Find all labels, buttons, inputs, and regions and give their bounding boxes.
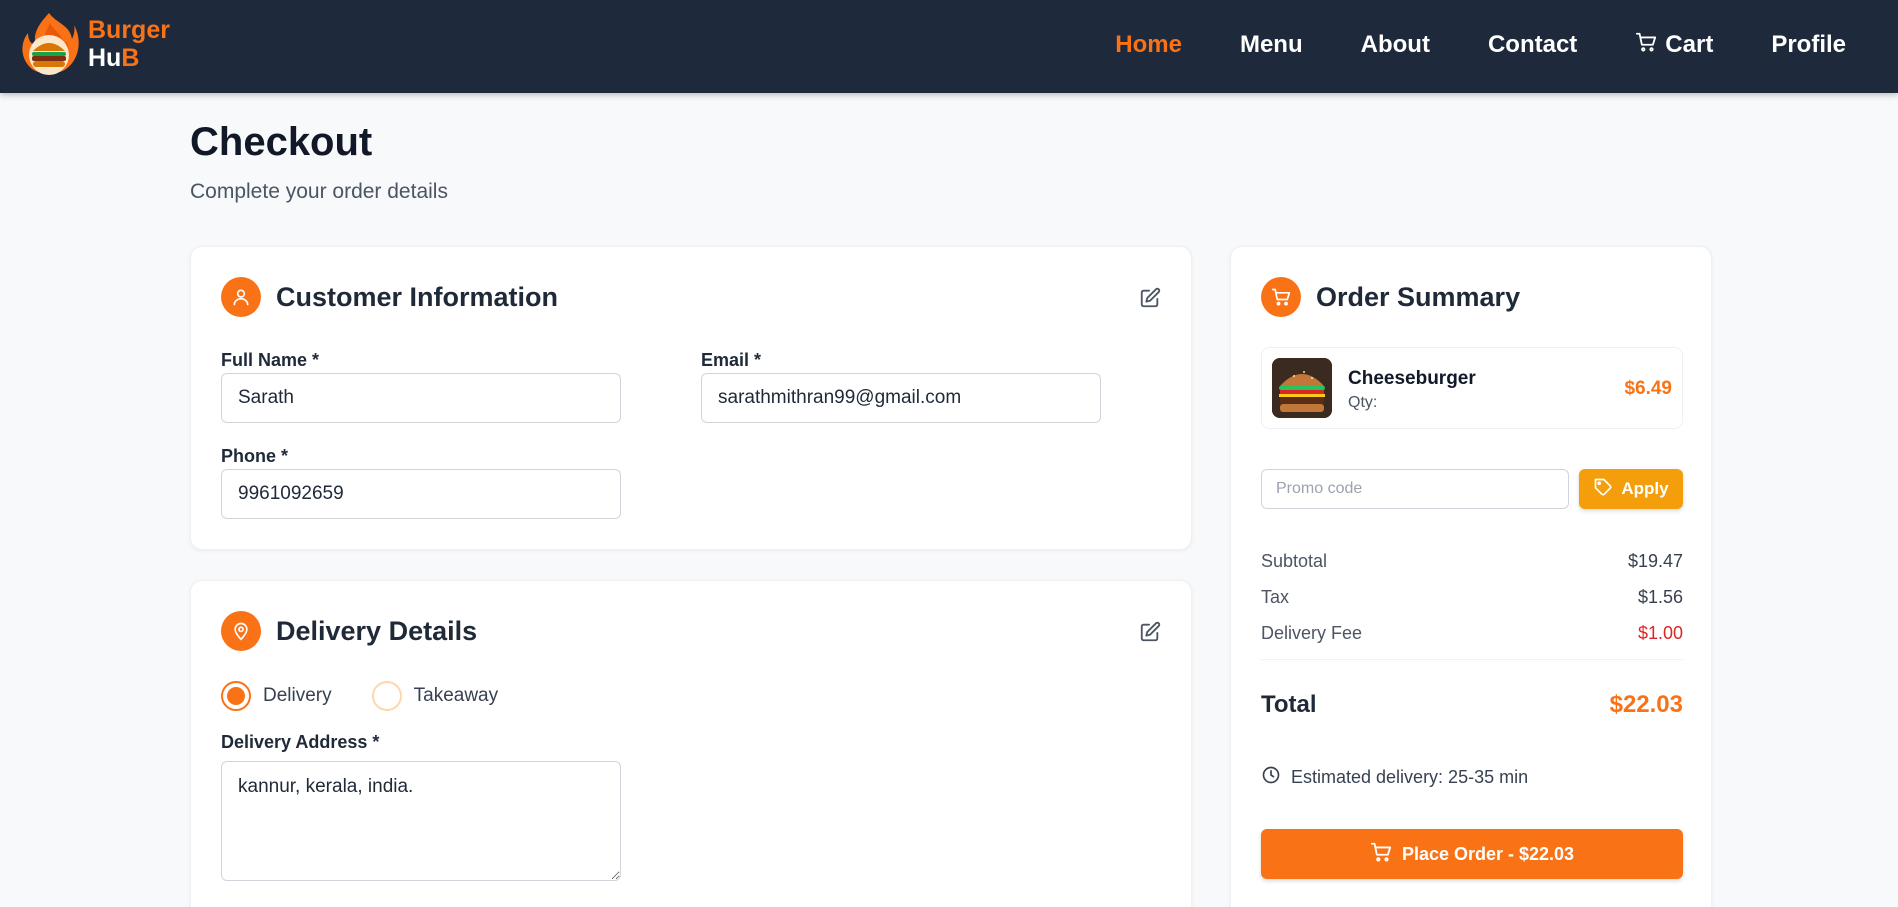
page-title: Checkout xyxy=(190,120,373,164)
cart-icon xyxy=(1370,841,1392,868)
delivery-card-title: Delivery Details xyxy=(276,615,478,646)
place-order-button[interactable]: Place Order - $22.03 xyxy=(1261,829,1683,879)
brand-line2-main: Hu xyxy=(88,44,122,72)
delivery-card-header: Delivery Details xyxy=(221,611,477,651)
subtotal-label: Subtotal xyxy=(1261,551,1328,571)
email-label: Email * xyxy=(701,350,762,370)
radio-checked-dot xyxy=(227,687,245,705)
burger-flame-logo xyxy=(16,9,82,79)
customer-card-header: Customer Information xyxy=(221,277,558,317)
tax-row: Tax $1.56 xyxy=(1261,587,1683,608)
radio-delivery[interactable]: Delivery xyxy=(221,681,332,711)
apply-label: Apply xyxy=(1621,479,1669,498)
apply-promo-button[interactable]: Apply xyxy=(1579,469,1683,509)
nav-cart[interactable]: Cart xyxy=(1635,31,1713,60)
total-label: Total xyxy=(1261,691,1317,718)
tax-label: Tax xyxy=(1261,587,1290,607)
delivery-fee-row: Delivery Fee $1.00 xyxy=(1261,623,1683,644)
email-input[interactable] xyxy=(701,373,1101,423)
eta-text: Estimated delivery: 25-35 min xyxy=(1291,767,1529,787)
delivery-address-textarea[interactable]: kannur, kerala, india. xyxy=(221,761,621,881)
delivery-details-card: Delivery Details Delivery Takeaway Deliv… xyxy=(190,580,1192,907)
item-price: $6.49 xyxy=(1624,378,1672,399)
edit-customer-icon[interactable] xyxy=(1139,287,1161,309)
brand-line1: Burger xyxy=(88,16,170,44)
subtotal-value: $19.47 xyxy=(1627,551,1683,571)
radio-takeaway-circle[interactable] xyxy=(371,681,402,711)
phone-input[interactable] xyxy=(221,469,621,519)
map-pin-icon xyxy=(221,611,261,651)
cheeseburger-image xyxy=(1272,358,1332,418)
nav-contact[interactable]: Contact xyxy=(1488,31,1577,59)
brand-name: Burger HuB xyxy=(88,16,170,72)
tag-icon xyxy=(1593,477,1613,502)
item-name: Cheeseburger xyxy=(1348,368,1476,389)
customer-card-title: Customer Information xyxy=(276,281,559,312)
edit-delivery-icon[interactable] xyxy=(1139,621,1161,643)
nav-about-label: About xyxy=(1360,31,1430,58)
summary-divider xyxy=(1261,659,1683,660)
radio-delivery-label: Delivery xyxy=(263,685,332,706)
full-name-label: Full Name * xyxy=(221,350,320,370)
item-qty: Qty: xyxy=(1348,394,1378,411)
delivery-type-radio-group: Delivery Takeaway xyxy=(221,681,498,711)
delivery-address-label: Delivery Address * xyxy=(221,732,380,752)
order-summary-card: Order Summary Cheeseburger Qty: $6.49 Ap… xyxy=(1230,246,1712,907)
clock-icon xyxy=(1261,765,1281,790)
radio-takeaway-label: Takeaway xyxy=(413,685,499,706)
nav-menu-label: Menu xyxy=(1239,31,1303,58)
nav-profile[interactable]: Profile xyxy=(1771,31,1846,59)
summary-card-header: Order Summary xyxy=(1261,277,1520,317)
total-row: Total $22.03 xyxy=(1261,691,1683,719)
brand-logo-link[interactable]: Burger HuB xyxy=(16,8,170,80)
brand-line2-accent: B xyxy=(121,44,140,72)
nav-links: Home Menu About Contact Cart Profile xyxy=(1115,0,1846,90)
delivery-fee-value: $1.00 xyxy=(1637,623,1683,643)
nav-cart-label: Cart xyxy=(1665,31,1714,58)
nav-home-label: Home xyxy=(1115,31,1182,58)
brand-line2: HuB xyxy=(88,44,170,72)
radio-delivery-circle[interactable] xyxy=(221,681,251,711)
nav-menu[interactable]: Menu xyxy=(1240,31,1303,59)
estimated-delivery: Estimated delivery: 25-35 min xyxy=(1261,765,1528,790)
cart-icon xyxy=(1635,31,1657,60)
radio-takeaway[interactable]: Takeaway xyxy=(371,681,499,711)
summary-card-title: Order Summary xyxy=(1316,281,1521,312)
customer-information-card: Customer Information Full Name * Email *… xyxy=(190,246,1192,550)
user-icon xyxy=(221,277,261,317)
nav-profile-label: Profile xyxy=(1771,31,1846,58)
delivery-fee-label: Delivery Fee xyxy=(1261,623,1363,643)
tax-value: $1.56 xyxy=(1637,587,1683,607)
navbar: Burger HuB Home Menu About Contact Cart … xyxy=(0,0,1898,93)
full-name-input[interactable] xyxy=(221,373,621,423)
cart-icon xyxy=(1261,277,1301,317)
place-order-label: Place Order - $22.03 xyxy=(1401,843,1575,864)
promo-code-input[interactable] xyxy=(1261,469,1569,509)
order-item: Cheeseburger Qty: $6.49 xyxy=(1261,347,1683,429)
nav-about[interactable]: About xyxy=(1361,31,1430,59)
phone-label: Phone * xyxy=(221,446,289,466)
total-value: $22.03 xyxy=(1609,691,1683,718)
subtotal-row: Subtotal $19.47 xyxy=(1261,551,1683,572)
nav-home[interactable]: Home xyxy=(1115,31,1182,59)
page-subtitle: Complete your order details xyxy=(190,180,448,203)
nav-contact-label: Contact xyxy=(1487,31,1578,58)
